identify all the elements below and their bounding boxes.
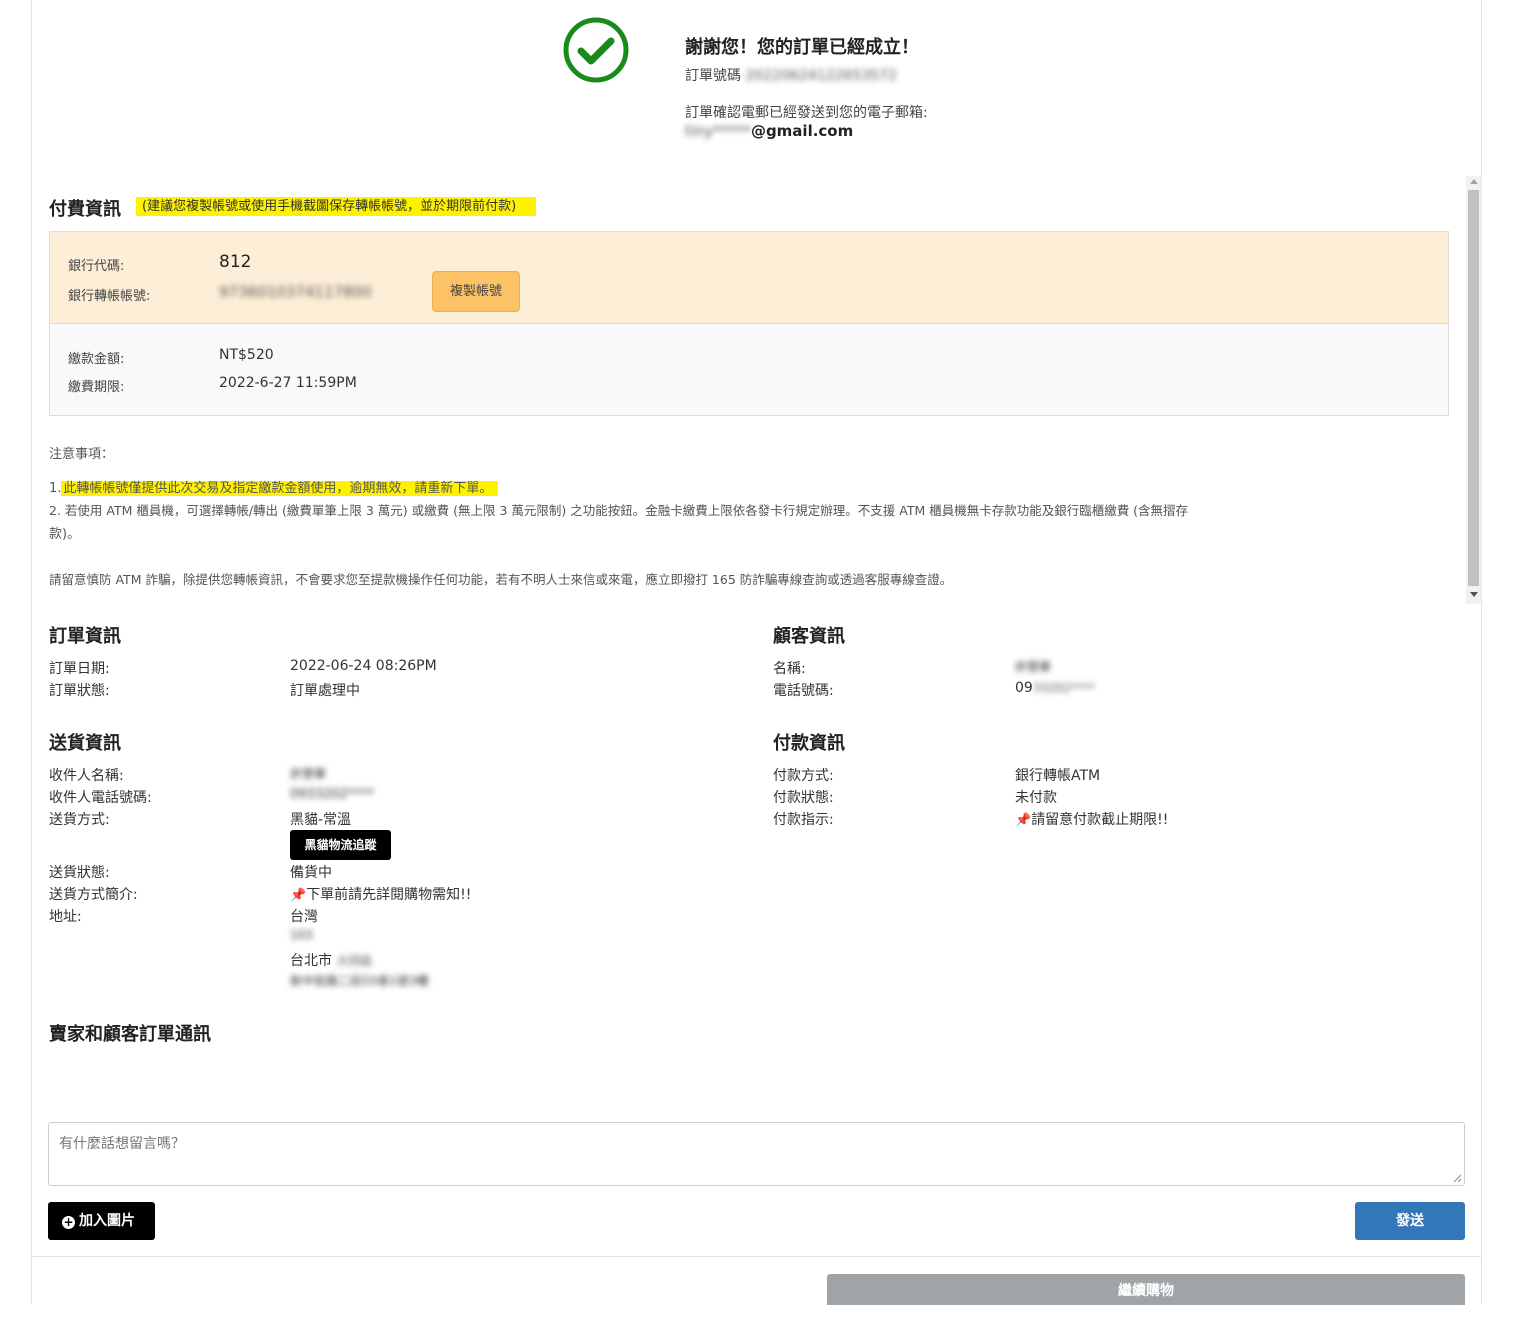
notes-heading: 注意事項：: [49, 447, 115, 462]
amount-label: 繳款金額:: [68, 352, 125, 367]
plus-circle-icon: +: [62, 1215, 75, 1229]
shipping-method-value: 黑貓-常溫: [290, 812, 352, 828]
address-city-line: 台北市 大同區: [290, 950, 372, 970]
address-zip: 103: [290, 928, 313, 942]
scroll-up-arrow-icon[interactable]: [1470, 179, 1478, 184]
shipping-status-label: 送貨狀態:: [49, 865, 110, 881]
order-status-label: 訂單狀態:: [49, 683, 110, 699]
shipping-method-desc: 📌下單前請先詳閱購物需知!!: [290, 884, 471, 904]
address-street: 新中街路二段55巷1號3樓: [290, 974, 429, 988]
payment-instruction-label: 付款指示:: [773, 812, 834, 828]
address-country: 台灣: [290, 909, 318, 925]
amount-value: NT$520: [219, 347, 274, 363]
recipient-name-value: 許慧華: [290, 767, 327, 781]
deadline-value: 2022-6-27 11:59PM: [219, 375, 357, 391]
pushpin-icon: 📌: [290, 888, 307, 903]
shipping-method-desc-label: 送貨方式簡介:: [49, 887, 138, 903]
payment-status-label: 付款狀態:: [773, 790, 834, 806]
send-button[interactable]: 發送: [1355, 1202, 1465, 1240]
payment-hint-highlight: (建議您複製帳號或使用手機截圖保存轉帳帳號，並於期限前付款): [136, 197, 537, 216]
shipping-status-value: 備貨中: [290, 865, 332, 881]
address-district: 大同區: [336, 954, 373, 968]
customer-name-value: 許慧華: [1015, 660, 1052, 674]
payment-method-label: 付款方式:: [773, 768, 834, 784]
scrollbar-thumb[interactable]: [1468, 190, 1479, 586]
email-masked-prefix: tiny*****: [685, 122, 751, 140]
order-success-title: 謝謝您！您的訂單已經成立！: [685, 37, 919, 58]
page-frame: [31, 0, 1482, 1304]
customer-phone-label: 電話號碼:: [773, 683, 834, 699]
deadline-label: 繳費期限:: [68, 380, 125, 395]
order-messages-title: 賣家和顧客訂單通訊: [49, 1024, 211, 1045]
customer-phone-prefix: 09: [1015, 680, 1033, 696]
email-sent-message: 訂單確認電郵已經發送到您的電子郵箱:: [685, 105, 928, 121]
pushpin-icon: 📌: [1015, 813, 1032, 828]
order-number: 訂單號碼 20220624122653572: [685, 65, 897, 85]
message-input[interactable]: [48, 1122, 1465, 1186]
note-item-1: 1. 此轉帳帳號僅提供此次交易及指定繳款金額使用，逾期無效，請重新下單。: [49, 477, 499, 496]
payment-status-value: 未付款: [1015, 790, 1057, 806]
payment-method-value: 銀行轉帳ATM: [1015, 768, 1101, 784]
bank-code-value: 812: [219, 252, 252, 272]
shipping-method-label: 送貨方式:: [49, 812, 110, 828]
order-number-value: 20220624122653572: [745, 68, 897, 84]
amount-box: [49, 324, 1449, 416]
order-info-title: 訂單資訊: [49, 626, 121, 647]
recipient-phone-value: 0933202****: [290, 787, 374, 802]
tracking-button[interactable]: 黑貓物流追蹤: [290, 830, 391, 860]
add-image-label: 加入圖片: [79, 1213, 135, 1229]
note-item-1-text: 此轉帳帳號僅提供此次交易及指定繳款金額使用，逾期無效，請重新下單。: [61, 481, 499, 496]
recipient-phone-label: 收件人電話號碼:: [49, 790, 152, 806]
customer-info-title: 顧客資訊: [773, 626, 845, 647]
recipient-name-label: 收件人名稱:: [49, 768, 124, 784]
shipping-info-title: 送貨資訊: [49, 733, 121, 754]
payment-instruction: 📌請留意付款截止期限!!: [1015, 809, 1168, 829]
payment-info-title: 付款資訊: [773, 733, 845, 754]
add-image-button[interactable]: + 加入圖片: [48, 1202, 155, 1240]
note-item-2-line-1: 2. 若使用 ATM 櫃員機，可選擇轉帳/轉出 (繳費單筆上限 3 萬元) 或繳…: [49, 503, 1189, 518]
customer-name-label: 名稱:: [773, 661, 806, 677]
resize-handle-icon[interactable]: [1453, 1174, 1462, 1183]
customer-phone-rest: 33202****: [1032, 681, 1096, 695]
divider: [32, 1256, 1481, 1257]
bank-account-label: 銀行轉帳帳號:: [68, 289, 151, 304]
order-number-label: 訂單號碼: [685, 68, 741, 84]
scroll-down-arrow-icon[interactable]: [1470, 592, 1478, 597]
note-item-2-line-2: 款)。: [49, 527, 81, 542]
bank-transfer-box: [49, 231, 1449, 324]
atm-fraud-warning: 請留意慎防 ATM 詐騙，除提供您轉帳資訊，不會要求您至提款機操作任何功能，若有…: [49, 572, 953, 587]
customer-phone-value: 0933202****: [1015, 680, 1095, 696]
note-item-1-prefix: 1.: [49, 481, 62, 496]
order-date-value: 2022-06-24 08:26PM: [290, 658, 437, 674]
address-city: 台北市: [290, 953, 332, 969]
bank-code-label: 銀行代碼:: [68, 259, 125, 274]
shipping-method-desc-text: 下單前請先詳閱購物需知!!: [306, 887, 472, 903]
email-address: tiny*****@gmail.com: [685, 122, 853, 140]
payment-section-title: 付費資訊: [49, 199, 121, 220]
address-label: 地址:: [49, 909, 82, 925]
copy-account-button[interactable]: 複製帳號: [432, 271, 520, 312]
email-domain: @gmail.com: [750, 122, 854, 140]
order-date-label: 訂單日期:: [49, 661, 110, 677]
continue-shopping-button[interactable]: 繼續購物: [827, 1274, 1465, 1305]
check-circle-icon: [563, 17, 629, 83]
order-status-value: 訂單處理中: [290, 683, 360, 699]
bank-account-value: 9736010374117800: [219, 283, 372, 301]
payment-instruction-text: 請留意付款截止期限!!: [1031, 812, 1169, 828]
